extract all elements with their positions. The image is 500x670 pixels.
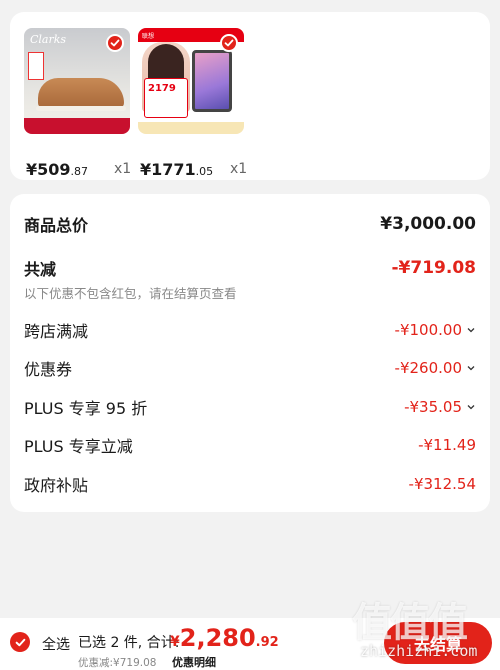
total-integer: 2,280 [179, 624, 256, 652]
discount-row-plus-95[interactable]: PLUS 专享 95 折 -¥35.05 [24, 395, 476, 419]
price-integer: 1771 [151, 160, 196, 179]
total-price-value: ¥3,000.00 [380, 214, 476, 234]
product-item-shoes[interactable]: Clarks ¥509.87 x1 [24, 28, 132, 179]
selected-products-card: Clarks ¥509.87 x1 联想 2179 ¥1771.05 x1 [10, 12, 490, 180]
price-symbol: ¥ [26, 160, 38, 179]
check-circle-icon[interactable] [220, 34, 238, 52]
total-currency: ¥ [170, 634, 180, 650]
selected-count-text: 已选 2 件, 合计: [78, 635, 180, 651]
discount-row-government-subsidy: 政府补贴 -¥312.54 [24, 472, 476, 496]
shoe-illustration [38, 78, 124, 108]
total-amount: ¥2,280.92 [170, 624, 279, 652]
discount-label: PLUS 专享 95 折 [24, 399, 148, 418]
product-quantity: x1 [230, 161, 248, 177]
image-tag-decoration [28, 52, 44, 80]
discount-value: -¥312.54 [408, 475, 476, 493]
discount-value: -¥11.49 [418, 436, 476, 454]
total-reduction-label: 共减 [24, 260, 57, 279]
total-price-label: 商品总价 [24, 216, 89, 235]
image-bottom-band [138, 122, 244, 134]
discount-label: 跨店满减 [24, 322, 89, 341]
price-decimal: .05 [195, 165, 214, 178]
discount-label: 优惠券 [24, 360, 73, 379]
image-price-strip [24, 118, 130, 134]
total-price-row: 商品总价 ¥3,000.00 [24, 212, 476, 236]
discount-label: PLUS 专享立减 [24, 437, 133, 456]
price-decimal: .87 [70, 165, 89, 178]
select-all-check-icon[interactable] [10, 632, 30, 652]
image-brand-text: Clarks [30, 33, 67, 46]
product-item-tablet[interactable]: 联想 2179 ¥1771.05 x1 [138, 28, 247, 179]
product-quantity: x1 [114, 161, 132, 177]
image-price-text: 2179 [148, 83, 176, 94]
total-reduction-value: -¥719.08 [391, 258, 477, 278]
shoe-sole-illustration [36, 106, 126, 111]
total-decimal: .92 [255, 635, 279, 650]
discount-value: -¥100.00 [394, 321, 462, 339]
tablet-illustration [192, 50, 232, 112]
discount-row-cross-store[interactable]: 跨店满减 -¥100.00 [24, 318, 476, 342]
discount-summary-text: 优惠减:¥719.08 [78, 657, 157, 669]
discount-detail-link[interactable]: 优惠明细 [172, 654, 216, 670]
checkout-bar: 全选 已选 2 件, 合计: ¥2,280.92 优惠减:¥719.08 优惠明… [0, 618, 500, 670]
select-all-label[interactable]: 全选 [42, 634, 70, 654]
total-reduction-row: 共减 -¥719.08 [24, 256, 476, 280]
product-image-shoes[interactable]: Clarks [24, 28, 130, 134]
product-image-tablet[interactable]: 联想 2179 [138, 28, 244, 134]
price-summary-card: 商品总价 ¥3,000.00 共减 -¥719.08 以下优惠不包含红包，请在结… [10, 194, 490, 512]
checkout-button[interactable]: 去结算 [384, 622, 492, 664]
discount-row-coupon[interactable]: 优惠券 -¥260.00 [24, 356, 476, 380]
image-price-box: 2179 [144, 78, 188, 118]
discount-value: -¥35.05 [404, 398, 462, 416]
discount-label: 政府补贴 [24, 476, 89, 495]
price-symbol: ¥ [140, 160, 152, 179]
price-integer: 509 [37, 160, 71, 179]
discount-note: 以下优惠不包含红包，请在结算页查看 [24, 286, 237, 301]
product-price: ¥1771.05 [140, 160, 290, 180]
chevron-down-icon[interactable] [466, 402, 476, 412]
check-circle-icon[interactable] [106, 34, 124, 52]
chevron-down-icon[interactable] [466, 363, 476, 373]
chevron-down-icon[interactable] [466, 325, 476, 335]
discount-row-plus-instant: PLUS 专享立减 -¥11.49 [24, 433, 476, 457]
discount-value: -¥260.00 [394, 359, 462, 377]
image-brand-text: 联想 [142, 33, 155, 40]
